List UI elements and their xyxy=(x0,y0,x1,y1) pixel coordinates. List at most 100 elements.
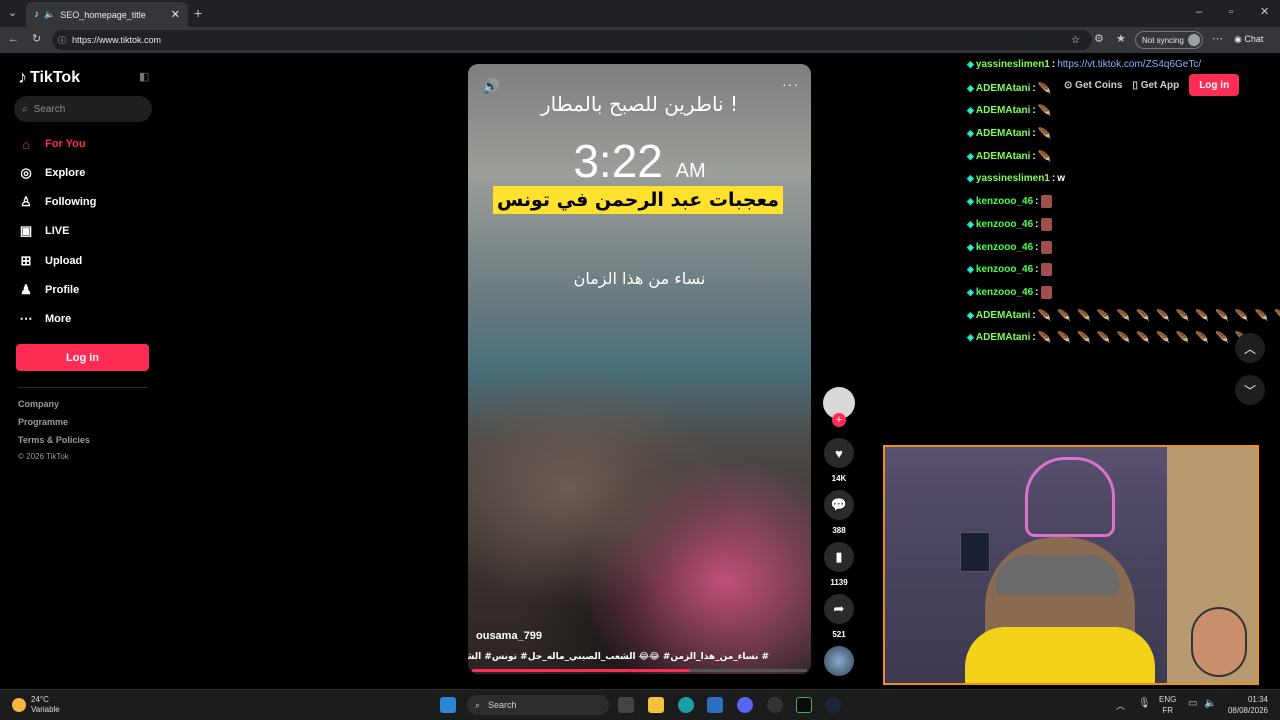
nav-for-you[interactable]: ⌂ For You xyxy=(18,134,85,154)
profile-avatar xyxy=(1187,34,1200,46)
discord-icon[interactable] xyxy=(737,697,753,713)
close-window-icon[interactable]: ✕ xyxy=(1260,7,1269,18)
follow-plus-icon[interactable]: + xyxy=(832,413,846,427)
favorites-icon[interactable]: ★ xyxy=(1116,34,1126,45)
app-a-icon[interactable] xyxy=(796,697,812,713)
share-action[interactable]: ➦ 521 xyxy=(822,594,856,639)
weather-text: Variable xyxy=(31,705,60,714)
tray-chevron-icon[interactable]: ︿ xyxy=(1116,699,1125,712)
more-menu-icon[interactable]: ⋯ xyxy=(1212,34,1223,45)
sticker-emoji-icon xyxy=(1040,195,1052,209)
chat-username: ADEMAtani xyxy=(975,128,1031,140)
system-clock[interactable]: 01:34 08/08/2026 xyxy=(1228,694,1268,716)
user-badge-icon: ◈ xyxy=(967,59,974,69)
video-clock: 3:22 AM xyxy=(468,134,811,188)
search-input[interactable]: ⌕ Search xyxy=(14,96,152,122)
site-info-icon[interactable]: ⓘ xyxy=(58,35,66,46)
microphone-icon[interactable]: 🎙 xyxy=(1138,698,1151,709)
header-login-button[interactable]: Log in xyxy=(1189,74,1240,96)
network-icon[interactable]: ▭ xyxy=(1188,698,1197,709)
copilot-chat-button[interactable]: ◉ Chat xyxy=(1234,34,1263,45)
chat-message: ◈ ADEMAtani : 🪶 xyxy=(967,150,1055,163)
steam-icon[interactable] xyxy=(825,697,841,713)
chat-username: ADEMAtani xyxy=(975,150,1031,162)
chat-label: Chat xyxy=(1244,34,1264,44)
extensions-icon[interactable]: ⚙ xyxy=(1094,34,1104,45)
bookmark-icon[interactable]: ▮ xyxy=(824,542,854,572)
task-view-icon[interactable] xyxy=(618,697,634,713)
taskbar-search[interactable]: ⌕ Search xyxy=(467,695,609,715)
user-badge-icon: ◈ xyxy=(967,105,974,116)
file-explorer-icon[interactable] xyxy=(648,697,664,713)
nav-profile[interactable]: ♟ Profile xyxy=(18,280,79,300)
next-video-icon[interactable]: ﹀ xyxy=(1235,375,1265,405)
sync-label: Not syncing xyxy=(1142,35,1184,45)
music-disc-avatar[interactable] xyxy=(824,646,854,676)
tiktok-logo[interactable]: ♪ TikTok xyxy=(18,67,80,88)
nav-more[interactable]: ⋯ More xyxy=(18,309,72,329)
feather-emoji-icon: 🪶 xyxy=(1037,309,1052,322)
video-username[interactable]: ousama_799 xyxy=(476,630,542,642)
search-icon: ⌕ xyxy=(475,699,481,710)
tab-list-icon[interactable]: ⌄ xyxy=(8,8,17,19)
video-more-icon[interactable]: ··· xyxy=(782,76,799,92)
search-icon: ⌕ xyxy=(22,103,28,115)
chat-separator: : xyxy=(1032,105,1036,117)
chat-message: ◈ ADEMAtani : 🪶 xyxy=(967,104,1055,117)
nav-live[interactable]: ▣ LIVE xyxy=(18,221,70,241)
feather-emoji-icon: 🪶 xyxy=(1057,309,1072,322)
feather-emoji-icon: 🪶 xyxy=(1037,105,1052,118)
browser-tab-bar: ⌄ ♪ 🔈 SEO_homepage_title ✕ + – ▫ ✕ xyxy=(0,0,1280,27)
browser-tab[interactable]: ♪ 🔈 SEO_homepage_title ✕ xyxy=(26,2,188,27)
obs-icon[interactable] xyxy=(767,697,783,713)
sync-button[interactable]: Not syncing xyxy=(1135,31,1203,49)
nav-explore[interactable]: ◎ Explore xyxy=(18,163,85,183)
weather-widget[interactable]: 24°C Variable xyxy=(12,695,60,715)
sticker-emoji-icon xyxy=(1040,217,1052,231)
previous-video-icon[interactable]: ︿ xyxy=(1235,333,1265,363)
url-field[interactable]: ⓘ https://www.tiktok.com ☆ xyxy=(52,30,1092,50)
tiktok-note-icon: ♪ xyxy=(18,67,27,87)
comment-action[interactable]: 💬 388 xyxy=(822,490,856,535)
volume-tray-icon[interactable]: 🔈 xyxy=(1204,698,1216,709)
get-coins-button[interactable]: ⊙ Get Coins xyxy=(1064,80,1122,91)
video-hashtags[interactable]: # نساء_من_هذا_الزمن# 😂😂 الشعب_الصيني_مال… xyxy=(468,652,769,662)
refresh-icon[interactable]: ↻ xyxy=(32,34,41,45)
nav-upload[interactable]: ⊞ Upload xyxy=(18,251,83,271)
back-icon[interactable]: ← xyxy=(8,34,19,45)
footer-terms[interactable]: Terms & Policies xyxy=(18,435,90,445)
store-icon[interactable] xyxy=(707,697,723,713)
star-icon[interactable]: ☆ xyxy=(1071,35,1080,46)
more-icon: ⋯ xyxy=(19,311,33,326)
login-button[interactable]: Log in xyxy=(16,344,149,371)
chat-username: ADEMAtani xyxy=(975,309,1031,321)
user-badge-icon: ◈ xyxy=(967,172,974,183)
language-indicator[interactable]: ENG FR xyxy=(1159,694,1176,716)
close-tab-icon[interactable]: ✕ xyxy=(171,8,180,21)
user-badge-icon: ◈ xyxy=(967,150,974,161)
footer-company[interactable]: Company xyxy=(18,399,59,409)
lang-primary: ENG xyxy=(1159,695,1177,704)
restore-icon[interactable]: ▫ xyxy=(1229,7,1233,18)
nav-following[interactable]: ♙ Following xyxy=(18,192,96,212)
get-app-button[interactable]: ▯ Get App xyxy=(1132,80,1179,91)
like-action[interactable]: ♥ 14K xyxy=(822,438,856,483)
start-icon[interactable] xyxy=(440,697,456,713)
heart-icon[interactable]: ♥ xyxy=(824,438,854,468)
user-badge-icon: ◈ xyxy=(967,128,974,139)
video-progress-bar[interactable] xyxy=(472,669,807,672)
minimize-icon[interactable]: – xyxy=(1196,7,1202,18)
footer-programme[interactable]: Programme xyxy=(18,417,68,427)
video-player[interactable]: 🔊 ··· ناطرين للصبح بالمطار ! 3:22 AM معج… xyxy=(468,64,811,674)
chat-link[interactable]: https://vt.tiktok.com/ZS4q6GeTc/ xyxy=(1057,59,1201,70)
save-action[interactable]: ▮ 1139 xyxy=(822,542,856,587)
taskbar-search-label: Search xyxy=(488,700,517,710)
collapse-sidebar-icon[interactable]: ◧ xyxy=(139,70,149,83)
save-count: 1139 xyxy=(830,578,848,587)
feather-emoji-icon: 🪶 xyxy=(1037,150,1052,163)
share-icon[interactable]: ➦ xyxy=(824,594,854,624)
new-tab-icon[interactable]: + xyxy=(194,6,202,20)
edge-icon[interactable] xyxy=(678,697,694,713)
comment-icon[interactable]: 💬 xyxy=(824,490,854,520)
chat-username: ADEMAtani xyxy=(975,332,1031,344)
